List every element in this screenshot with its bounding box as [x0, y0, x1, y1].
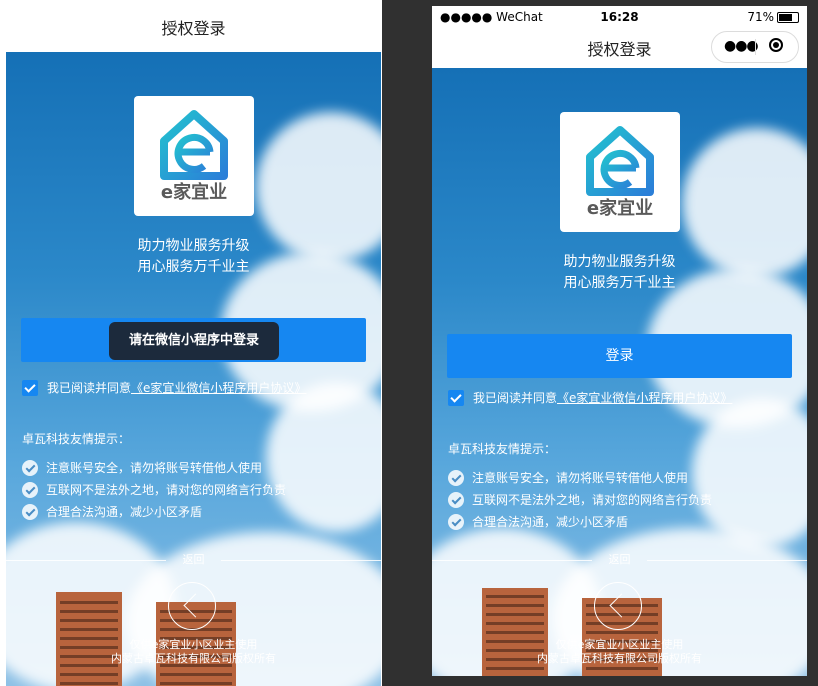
slogan-line-2: 用心服务万千业主 — [563, 275, 676, 291]
footer: 仅供e家宜业小区业主使用 内蒙古卓瓦科技有限公司版权所有 — [432, 638, 807, 666]
tip-text: 注意账号安全，请勿将账号转借他人使用 — [472, 471, 689, 485]
check-circle-icon — [22, 460, 38, 476]
sky-background: e家宜业 助力物业服务升级 用心服务万千业主 请在微信小程序中登录 我已阅读并同… — [6, 52, 381, 686]
agreement-link[interactable]: 《e家宜业微信小程序用户协议》 — [557, 391, 732, 405]
footer-line-1: 仅供e家宜业小区业主使用 — [555, 638, 684, 651]
back-arrow-icon[interactable] — [168, 582, 216, 630]
logo-text: e家宜业 — [586, 198, 654, 219]
back-divider: 返回 — [432, 553, 807, 567]
battery-icon — [777, 12, 799, 23]
status-bar: ●●●●● WeChat 16:28 71% — [432, 6, 807, 28]
check-circle-icon — [448, 492, 464, 508]
agreement-text: 我已阅读并同意《e家宜业微信小程序用户协议》 — [47, 378, 306, 398]
check-circle-icon — [22, 482, 38, 498]
logo-text: e家宜业 — [160, 182, 228, 203]
tip-text: 互联网不是法外之地，请对您的网络言行负责 — [46, 483, 287, 497]
wechat-login-tooltip: 请在微信小程序中登录 — [109, 322, 279, 360]
tip-text: 合理合法沟通，减少小区矛盾 — [46, 505, 203, 519]
agreement-checkbox[interactable] — [22, 380, 38, 396]
agreement-checkbox[interactable] — [448, 390, 464, 406]
slogan: 助力物业服务升级 用心服务万千业主 — [432, 252, 807, 294]
mini-program-capsule: ●●● — [711, 31, 799, 63]
back-label[interactable]: 返回 — [432, 553, 807, 567]
back-divider: 返回 — [6, 553, 381, 567]
agreement-row[interactable]: 我已阅读并同意《e家宜业微信小程序用户协议》 — [22, 378, 367, 398]
slogan-line-1: 助力物业服务升级 — [563, 254, 676, 270]
tips-title: 卓瓦科技友情提示： — [22, 432, 131, 446]
battery-status: 71% — [747, 10, 799, 24]
agreement-row[interactable]: 我已阅读并同意《e家宜业微信小程序用户协议》 — [448, 388, 793, 408]
tip-text: 合理合法沟通，减少小区矛盾 — [472, 515, 629, 529]
slogan-line-1: 助力物业服务升级 — [137, 238, 250, 254]
target-icon[interactable] — [769, 38, 783, 52]
slogan: 助力物业服务升级 用心服务万千业主 — [6, 236, 381, 278]
app-logo: e家宜业 — [560, 112, 680, 232]
check-circle-icon — [448, 514, 464, 530]
back-label[interactable]: 返回 — [6, 553, 381, 567]
sky-background: e家宜业 助力物业服务升级 用心服务万千业主 登录 我已阅读并同意《e家宜业微信… — [432, 68, 807, 676]
capsule-divider — [755, 39, 756, 55]
agreement-prefix: 我已阅读并同意 — [47, 381, 132, 395]
tip-text: 注意账号安全，请勿将账号转借他人使用 — [46, 461, 263, 475]
login-screen-right: ●●●●● WeChat 16:28 71% 授权登录 ●●● e家宜业 助力物… — [432, 6, 807, 676]
agreement-link[interactable]: 《e家宜业微信小程序用户协议》 — [131, 381, 306, 395]
check-circle-icon — [448, 470, 464, 486]
app-logo: e家宜业 — [134, 96, 254, 216]
login-screen-left: 授权登录 e家宜业 助力物业服务升级 用心服务万千业主 请在微信小程序中登录 我… — [6, 6, 381, 686]
agreement-text: 我已阅读并同意《e家宜业微信小程序用户协议》 — [473, 388, 732, 408]
back-arrow-icon[interactable] — [594, 582, 642, 630]
login-button[interactable]: 登录 — [447, 334, 792, 378]
slogan-line-2: 用心服务万千业主 — [137, 259, 250, 275]
footer: 仅供e家宜业小区业主使用 内蒙古卓瓦科技有限公司版权所有 — [6, 638, 381, 666]
agreement-prefix: 我已阅读并同意 — [473, 391, 558, 405]
battery-percent: 71% — [747, 10, 774, 24]
check-circle-icon — [22, 504, 38, 520]
tips-title: 卓瓦科技友情提示： — [448, 442, 557, 456]
footer-line-2: 内蒙古卓瓦科技有限公司版权所有 — [537, 652, 702, 665]
more-dots-icon[interactable]: ●●● — [724, 38, 759, 54]
tip-text: 互联网不是法外之地，请对您的网络言行负责 — [472, 493, 713, 507]
footer-line-2: 内蒙古卓瓦科技有限公司版权所有 — [111, 652, 276, 665]
footer-line-1: 仅供e家宜业小区业主使用 — [129, 638, 258, 651]
nav-title: 授权登录 — [6, 6, 381, 52]
